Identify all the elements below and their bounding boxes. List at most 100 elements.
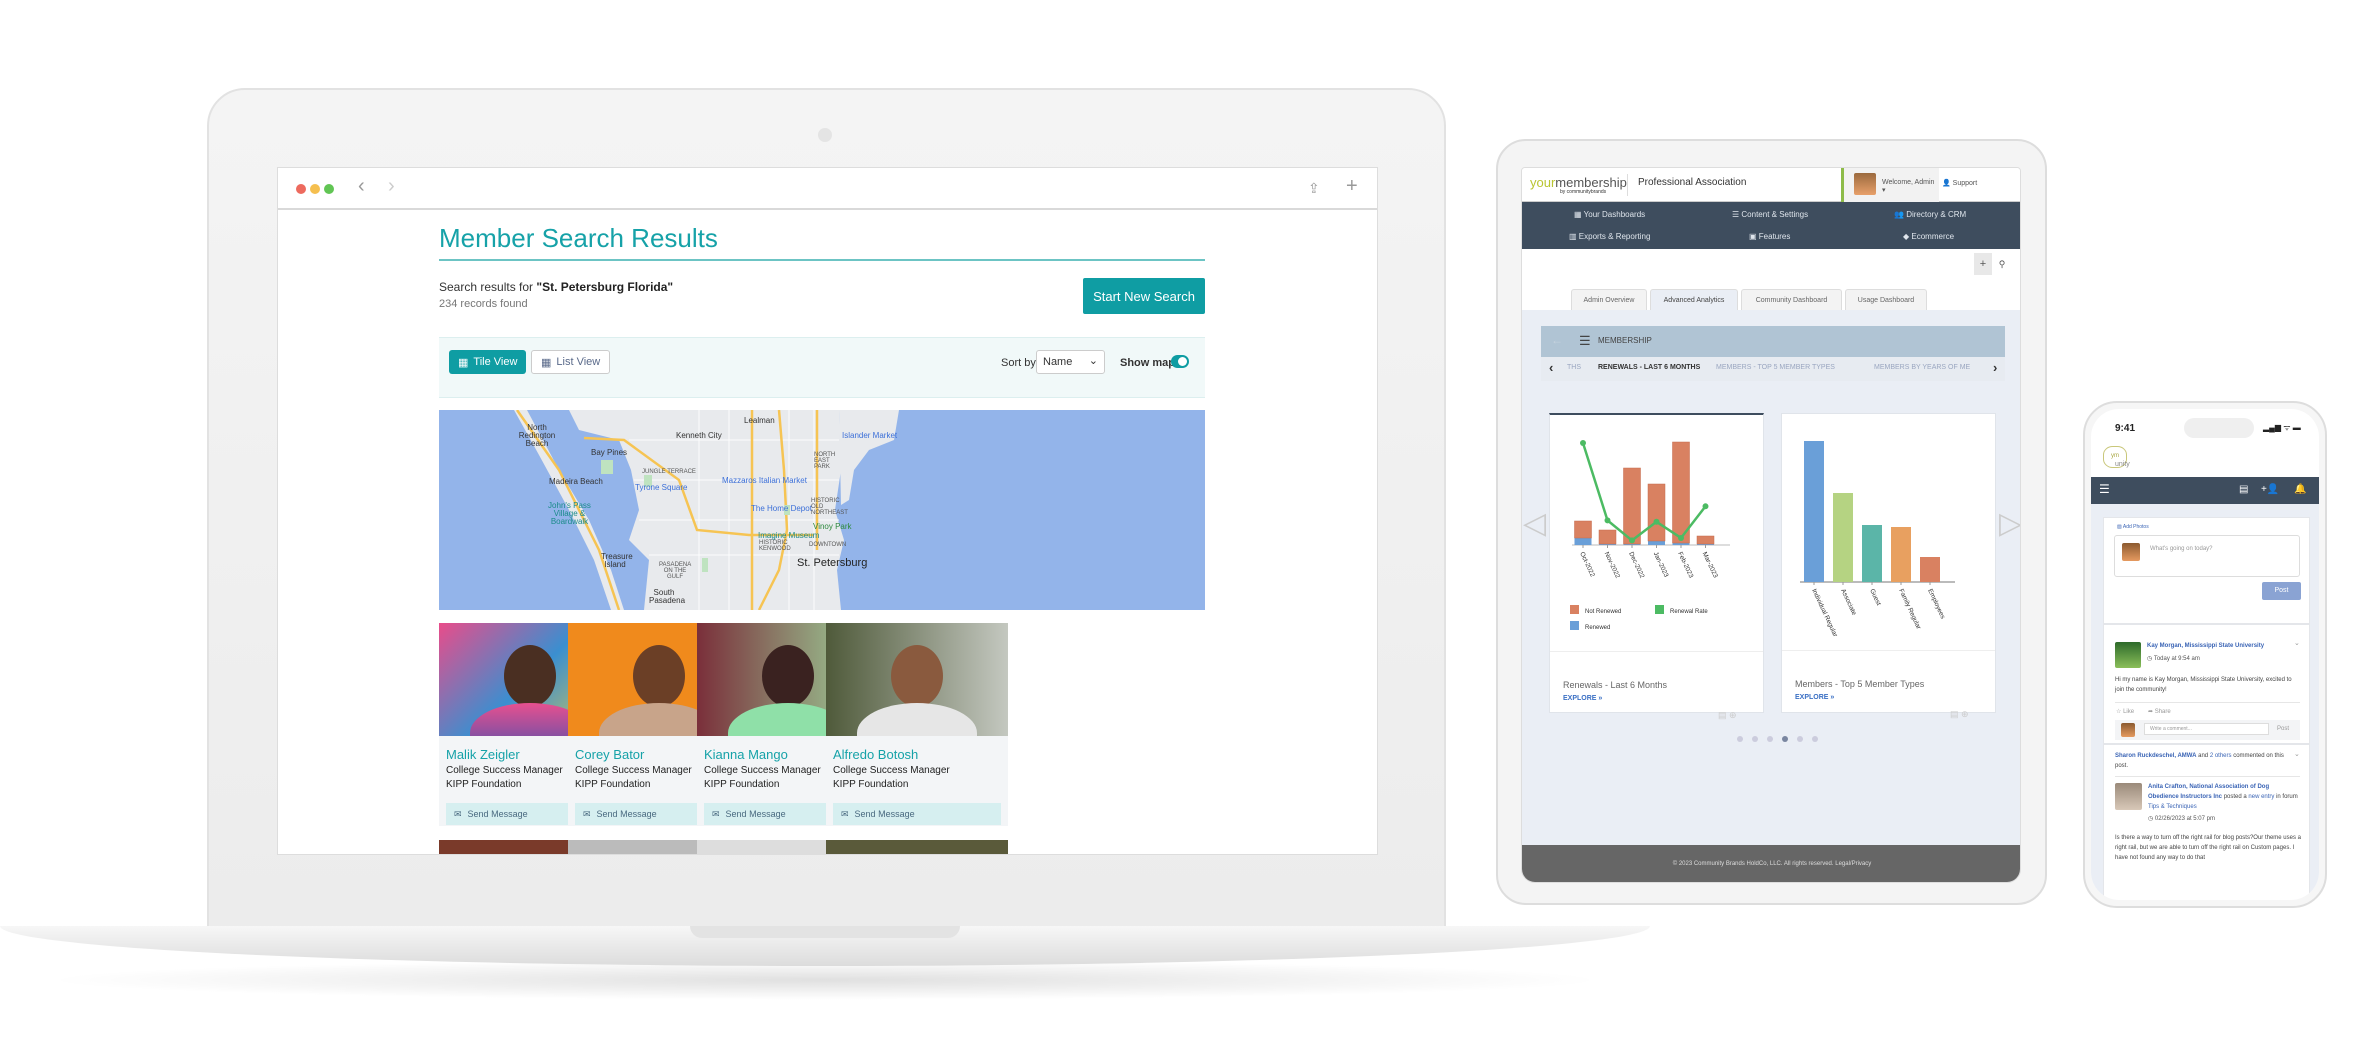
carousel-dot[interactable] [1767,736,1773,742]
add-photos-link[interactable]: ▧ Add Photos [2117,524,2149,530]
show-map-toggle[interactable] [1171,355,1189,368]
member-role: College Success Manager [833,765,950,776]
chevron-down-icon[interactable]: ⌄ [2294,639,2300,647]
activity-text: Anita Crafton, National Association of D… [2148,782,2298,812]
bell-icon[interactable]: 🔔 [2294,484,2306,495]
nav-your-dashboards[interactable]: ▦ Your Dashboards [1574,210,1645,219]
sort-select[interactable]: Name ⌄ [1036,350,1105,374]
plus-icon[interactable]: + [1346,175,1358,198]
divider [2115,702,2300,703]
chevron-left-icon[interactable]: ‹ [358,175,365,198]
carousel-dot[interactable] [1797,736,1803,742]
clock-icon: ◷ [2147,656,2153,662]
carousel-dot[interactable] [1752,736,1758,742]
carousel-prev-icon[interactable]: ◁ [1523,506,1546,541]
renewal-rate-point [1678,534,1684,541]
share-icon[interactable]: ⇪ [1308,180,1320,197]
nav-directory-crm[interactable]: 👥 Directory & CRM [1894,210,1966,219]
tile-view-button[interactable]: ▦ Tile View [449,350,527,374]
explore-link[interactable]: EXPLORE » [1795,694,1834,701]
x-tick-label: Mar-2023 [1701,551,1719,580]
maximize-dot[interactable] [324,184,334,194]
commenter-link[interactable]: Sharon Ruckdeschel, AMWA [2115,753,2196,759]
subtab-years[interactable]: MEMBERS BY YEARS OF ME [1874,364,1992,371]
close-dot[interactable] [296,184,306,194]
hamburger-icon[interactable]: ☰ [1579,333,1591,349]
feed-icon[interactable]: ▤ [2239,484,2248,495]
post-author[interactable]: Kay Morgan, Mississippi State University [2147,643,2264,649]
comment-input[interactable]: Write a comment... [2144,723,2269,735]
chevron-right-icon[interactable]: › [388,175,395,198]
hamburger-icon[interactable]: ☰ [2099,482,2110,496]
legend-label: Renewed [1585,625,1610,631]
member-name[interactable]: Malik Zeigler [446,747,520,762]
nav-ecommerce[interactable]: ◆ Ecommerce [1903,232,1954,241]
send-message-button[interactable]: ✉ Send Message [833,803,1001,825]
book-icon[interactable]: ▤ [1950,709,1959,719]
zoom-icon[interactable]: ⊕ [1729,710,1737,720]
tab-advanced-analytics[interactable]: Advanced Analytics [1650,289,1738,310]
send-message-label: Send Message [854,809,915,819]
chevron-down-icon[interactable]: ⌄ [2294,750,2300,758]
chart-card-member-types[interactable]: Individual Regular Associate Guest Family R… [1781,413,1996,719]
comment-post-button[interactable]: Post [2277,726,2289,732]
user-menu[interactable]: Welcome, Admin ▾ [1841,168,1939,202]
nav-features[interactable]: ▣ Features [1749,232,1790,241]
composer: ▧ Add Photos What's going on today? Post [2103,517,2310,624]
tab-admin-overview[interactable]: Admin Overview [1571,289,1647,310]
chevron-left-icon[interactable]: ‹ [1549,360,1553,375]
search-query: "St. Petersburg Florida" [536,280,674,294]
zoom-icon[interactable]: ⊕ [1961,709,1969,719]
member-name[interactable]: Alfredo Botosh [833,747,918,762]
x-tick-label: Associate [1839,588,1857,617]
subtab[interactable]: THS [1567,364,1581,371]
others-link[interactable]: 2 others [2210,753,2232,759]
carousel-dot[interactable] [1737,736,1743,742]
post-body: Hi my name is Kay Morgan, Mississippi St… [2115,677,2292,693]
tab-usage-dashboard[interactable]: Usage Dashboard [1845,289,1927,310]
member-name[interactable]: Corey Bator [575,747,644,762]
search-icon[interactable]: ⚲ [1993,253,2011,275]
subtab-renewals[interactable]: RENEWALS - LAST 6 MONTHS [1598,364,1700,371]
map-label: Madeira Beach [549,477,603,486]
composer-input[interactable]: What's going on today? [2114,535,2300,577]
entry-link[interactable]: new entry [2248,794,2274,800]
like-button[interactable]: ☆ Like [2116,708,2134,715]
carousel-next-icon[interactable]: ▷ [1999,506,2020,541]
avatar [2121,723,2135,737]
tab-community-dashboard[interactable]: Community Dashboard [1741,289,1842,310]
map-label: Treasure Island [601,552,633,569]
book-icon[interactable]: ▤ [1718,710,1727,720]
grid-icon: ▦ [1574,210,1582,219]
member-name[interactable]: Kianna Mango [704,747,788,762]
map-label: Imagine Museum [758,531,820,540]
nav-label: Features [1758,232,1791,241]
tag-icon: ◆ [1903,232,1910,241]
arrow-left-icon[interactable]: ← [1551,333,1563,347]
minimize-dot[interactable] [310,184,320,194]
subtab-member-types[interactable]: MEMBERS - TOP 5 MEMBER TYPES [1716,364,1835,371]
share-button[interactable]: ➦ Share [2148,708,2171,715]
nav-exports-reporting[interactable]: ▥ Exports & Reporting [1569,232,1650,241]
support-link[interactable]: 👤 Support [1942,179,1977,187]
add-user-icon[interactable]: +👤 [2261,484,2279,495]
nav-content-settings[interactable]: ☰ Content & Settings [1732,210,1808,219]
list-view-label: List View [556,356,601,368]
chevron-right-icon[interactable]: › [1993,360,1997,375]
forum-link[interactable]: Tips & Techniques [2148,804,2197,810]
explore-link[interactable]: EXPLORE » [1563,695,1602,702]
laptop-notch [690,926,960,938]
x-tick-label: Nov-2022 [1603,551,1621,580]
member-card[interactable]: Alfredo Botosh College Success Manager K… [826,623,1008,826]
clock-icon: ◷ [2148,816,2154,822]
list-view-button[interactable]: ▦ List View [531,350,611,374]
carousel-dot[interactable] [1782,736,1788,742]
plus-icon[interactable]: + [1974,253,1992,275]
renewal-rate-point [1580,440,1586,446]
map[interactable]: North Redington Beach Bay Pines Kenneth … [439,410,1205,610]
chart-card-renewals[interactable]: Oct-2022 Nov-2022 Dec-2022 Jan-2023 Feb-2023… [1549,413,1764,720]
carousel-dot[interactable] [1812,736,1818,742]
member-role: College Success Manager [704,765,821,776]
start-new-search-button[interactable]: Start New Search [1083,278,1205,314]
post-button[interactable]: Post [2262,582,2301,600]
